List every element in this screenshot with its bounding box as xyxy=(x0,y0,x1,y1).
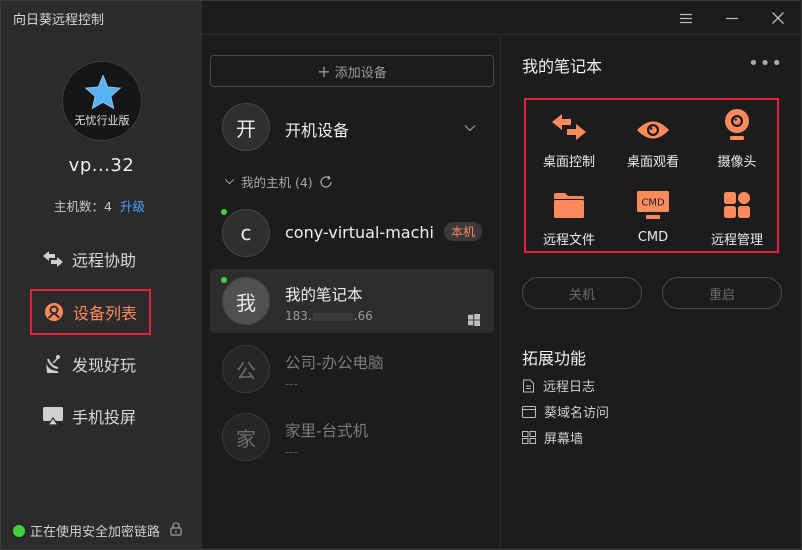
device-row[interactable]: c cony-virtual-machi... 本机 xyxy=(210,201,494,265)
lock-icon xyxy=(170,521,182,540)
host-count-label: 主机数：4 xyxy=(54,199,112,214)
chevron-down-icon[interactable] xyxy=(464,117,476,136)
ext-label: 葵域名访问 xyxy=(544,406,610,421)
device-avatar: 开 xyxy=(222,103,270,151)
cmd-icon: CMD xyxy=(637,191,669,219)
sidebar: 向日葵远程控制 无忧行业版 vp...32 主机数：4 升级 远程协助 设备列表 xyxy=(1,1,202,549)
camera-icon xyxy=(725,109,749,140)
device-ip: 183. .66 xyxy=(285,309,373,323)
ip-mask xyxy=(312,312,353,321)
device-row-selected[interactable]: 我 我的笔记本 183. .66 xyxy=(210,269,494,333)
device-title: 我的笔记本 xyxy=(522,57,603,76)
nav-label: 发现好玩 xyxy=(72,356,137,375)
cmd-button[interactable]: CMD CMD xyxy=(610,178,696,248)
remote-assist-icon xyxy=(42,248,64,270)
ip-suffix: .66 xyxy=(353,309,373,323)
remote-file-button[interactable]: 远程文件 xyxy=(526,178,612,248)
nav-label: 设备列表 xyxy=(73,304,138,323)
ext-remote-log[interactable]: 远程日志 xyxy=(522,376,595,395)
app-title: 向日葵远程控制 xyxy=(13,13,105,28)
host-count: 主机数：4 升级 xyxy=(54,196,145,215)
remote-manage-button[interactable]: 远程管理 xyxy=(694,178,780,248)
windows-icon xyxy=(468,311,480,330)
upgrade-link[interactable]: 升级 xyxy=(120,199,145,214)
device-name: 家里-台式机 xyxy=(285,422,369,440)
title-bar xyxy=(202,1,801,35)
device-list-icon xyxy=(43,301,65,323)
folder-icon xyxy=(554,193,584,218)
screen-cast-icon xyxy=(42,405,64,427)
device-ip: --- xyxy=(285,377,298,391)
ext-label: 屏幕墙 xyxy=(544,432,584,447)
username: vp...32 xyxy=(68,155,135,176)
function-label: 远程文件 xyxy=(542,233,595,248)
menu-icon[interactable] xyxy=(673,7,699,29)
restart-button[interactable]: 重启 xyxy=(662,277,782,309)
cmd-icon-text: CMD xyxy=(641,198,665,209)
device-name: 开机设备 xyxy=(285,121,350,140)
nav-label: 远程协助 xyxy=(72,251,137,270)
status-dot-icon xyxy=(13,524,25,537)
device-name: cony-virtual-machi... xyxy=(285,223,435,242)
online-indicator xyxy=(221,209,227,215)
device-name: 我的笔记本 xyxy=(285,286,363,304)
app-window: 向日葵远程控制 无忧行业版 vp...32 主机数：4 升级 远程协助 设备列表 xyxy=(0,0,802,550)
log-icon xyxy=(523,379,534,392)
discover-icon xyxy=(42,353,64,375)
nav-label: 手机投屏 xyxy=(72,408,137,427)
secure-status: 正在使用安全加密链路 xyxy=(13,521,182,540)
device-avatar: 我 xyxy=(222,277,270,325)
device-row[interactable]: 公 公司-办公电脑 --- xyxy=(210,337,494,401)
device-detail-panel: 我的笔记本 ••• 桌面控制 桌面观看 摄像头 远程文件 CMD CMD 远程管… xyxy=(502,35,801,549)
close-icon[interactable] xyxy=(765,7,791,29)
device-row[interactable]: 家 家里-台式机 --- xyxy=(210,405,494,469)
eye-icon xyxy=(637,121,669,139)
desktop-control-button[interactable]: 桌面控制 xyxy=(526,100,612,170)
function-label: 远程管理 xyxy=(710,233,763,248)
star-icon xyxy=(84,74,122,110)
refresh-icon[interactable] xyxy=(319,175,333,189)
chevron-down-icon xyxy=(224,178,235,185)
device-name: 公司-办公电脑 xyxy=(285,354,384,372)
camera-button[interactable]: 摄像头 xyxy=(694,100,780,170)
ext-domain-access[interactable]: 葵域名访问 xyxy=(522,402,609,421)
more-icon[interactable]: ••• xyxy=(748,53,783,74)
add-device-label: 添加设备 xyxy=(334,65,387,81)
function-label: CMD xyxy=(637,230,669,245)
device-ip: --- xyxy=(285,445,298,459)
avatar[interactable]: 无忧行业版 xyxy=(62,61,142,141)
online-indicator xyxy=(221,277,227,283)
device-avatar: 家 xyxy=(222,413,270,461)
this-device-badge: 本机 xyxy=(443,222,482,241)
nav-device-list[interactable]: 设备列表 xyxy=(30,289,151,335)
nav-discover[interactable]: 发现好玩 xyxy=(30,341,151,387)
nav-screen-cast[interactable]: 手机投屏 xyxy=(30,393,151,439)
group-label: 我的主机 (4) xyxy=(241,175,313,190)
minimize-icon[interactable] xyxy=(719,7,745,29)
device-list-panel: + 添加设备 开 开机设备 我的主机 (4) c cony-virtual-ma… xyxy=(202,35,501,549)
ip-prefix: 183. xyxy=(285,309,312,323)
shutdown-button[interactable]: 关机 xyxy=(522,277,642,309)
nav-remote-assist[interactable]: 远程协助 xyxy=(30,236,151,282)
desktop-view-button[interactable]: 桌面观看 xyxy=(610,100,696,170)
function-grid: 桌面控制 桌面观看 摄像头 远程文件 CMD CMD 远程管理 xyxy=(524,98,779,253)
device-avatar: 公 xyxy=(222,345,270,393)
edition-badge: 无忧行业版 xyxy=(74,114,130,127)
power-on-devices-row[interactable]: 开 开机设备 xyxy=(210,95,494,159)
add-device-button[interactable]: + 添加设备 xyxy=(210,55,494,87)
function-label: 桌面控制 xyxy=(542,155,595,170)
secure-text: 正在使用安全加密链路 xyxy=(30,525,161,540)
plus-icon: + xyxy=(317,61,331,81)
extensions-title: 拓展功能 xyxy=(522,349,587,368)
ext-label: 远程日志 xyxy=(543,380,596,395)
function-label: 桌面观看 xyxy=(626,155,679,170)
ext-screen-wall[interactable]: 屏幕墙 xyxy=(522,428,583,447)
domain-icon xyxy=(522,405,536,418)
function-label: 摄像头 xyxy=(717,155,757,170)
desktop-control-icon xyxy=(552,114,586,140)
screen-wall-icon xyxy=(522,431,536,444)
group-header[interactable]: 我的主机 (4) xyxy=(224,172,339,191)
remote-manage-icon xyxy=(724,192,750,218)
device-avatar: c xyxy=(222,209,270,257)
